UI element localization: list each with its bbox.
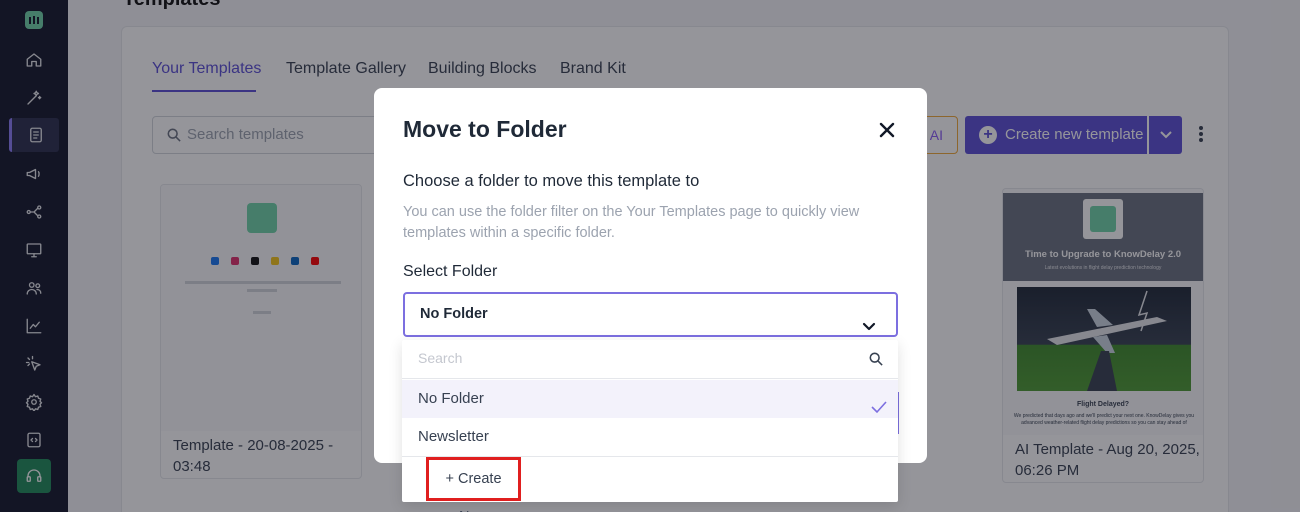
checkmark-icon bbox=[871, 391, 887, 414]
folder-select-value: No Folder bbox=[420, 306, 488, 322]
select-folder-label: Select Folder bbox=[403, 263, 498, 280]
dialog-heading: Choose a folder to move this template to bbox=[403, 172, 700, 190]
close-icon[interactable] bbox=[876, 119, 898, 141]
create-new-folder-button[interactable]: + Create New bbox=[426, 457, 521, 512]
folder-select[interactable]: No Folder bbox=[403, 292, 898, 337]
folder-dropdown-menu: No Folder Newsletter + Create New bbox=[402, 340, 898, 512]
folder-search-input[interactable] bbox=[418, 350, 838, 366]
folder-search bbox=[402, 340, 898, 379]
search-icon bbox=[869, 352, 883, 366]
dialog-title: Move to Folder bbox=[403, 116, 567, 142]
dialog-description: You can use the folder filter on the You… bbox=[403, 204, 860, 241]
folder-option-label: Newsletter bbox=[418, 428, 489, 445]
chevron-down-icon bbox=[862, 309, 876, 331]
folder-option-no-folder[interactable]: No Folder bbox=[402, 380, 898, 418]
folder-option-newsletter[interactable]: Newsletter bbox=[402, 418, 898, 456]
folder-option-label: No Folder bbox=[418, 390, 484, 407]
